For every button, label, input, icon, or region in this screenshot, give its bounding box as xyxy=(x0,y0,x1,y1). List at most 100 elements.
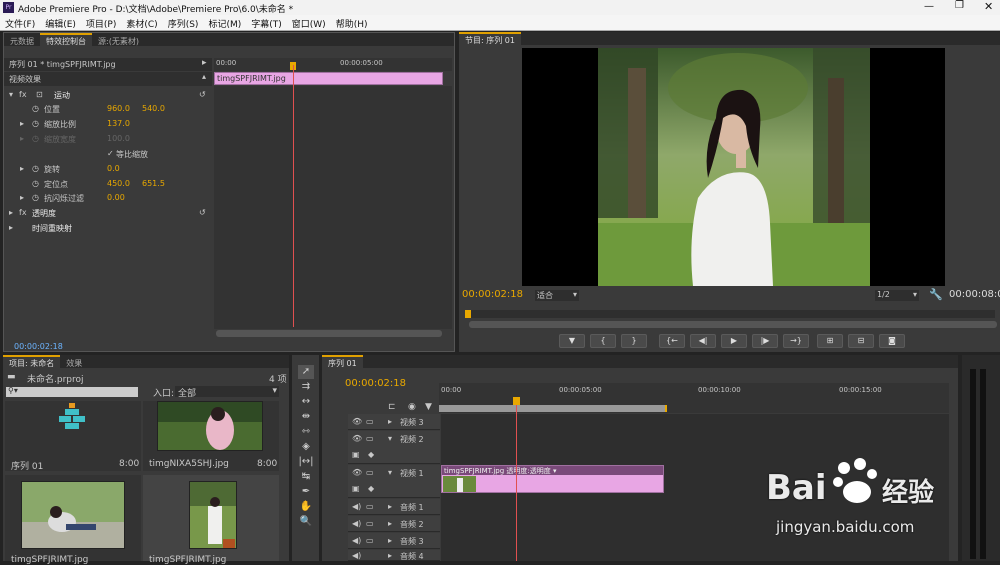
prop-rotation[interactable]: ▸ ◷ 旋转 0.0 xyxy=(4,162,214,176)
project-item[interactable]: 序列 01 8:00 xyxy=(5,401,141,472)
menu-project[interactable]: 项目(P) xyxy=(81,15,121,30)
tab-effect-controls[interactable]: 特效控制台 xyxy=(40,33,92,46)
chevron-down-icon: ▾ xyxy=(272,386,277,396)
collapse-up-icon[interactable]: ▴ xyxy=(202,72,206,81)
prop-uniform-scale[interactable]: ✓ 等比缩放 xyxy=(4,147,214,161)
step-back-button[interactable]: ◀| xyxy=(690,334,716,348)
extract-button[interactable]: ⊟ xyxy=(848,334,874,348)
program-timecode-current[interactable]: 00:00:02:18 xyxy=(462,289,523,300)
pen-tool-icon[interactable]: ✒ xyxy=(298,485,314,499)
play-button[interactable]: ▶ xyxy=(721,334,747,348)
tab-effects[interactable]: 效果 xyxy=(60,357,88,370)
work-area-bar[interactable] xyxy=(439,405,667,412)
track-select-tool-icon[interactable]: ⇉ xyxy=(298,380,314,394)
track-audio-3[interactable]: ◀) ▭ ▸ 音频 3 xyxy=(348,533,440,549)
prop-antiflicker[interactable]: ▸ ◷ 抗闪烁过滤 0.00 xyxy=(4,191,214,205)
project-item[interactable]: timgNIXA5SHJ.jpg 8:00 xyxy=(143,401,279,471)
go-to-in-button[interactable]: {← xyxy=(659,334,685,348)
prop-name: 旋转 xyxy=(44,165,60,174)
program-playhead-icon[interactable] xyxy=(465,310,471,318)
prop-position[interactable]: ◷ 位置 960.0 540.0 xyxy=(4,102,214,116)
lift-button[interactable]: ⊞ xyxy=(817,334,843,348)
slide-tool-icon[interactable]: ↹ xyxy=(298,470,314,484)
prop-name: 缩放比例 xyxy=(44,120,76,129)
mark-out-button[interactable]: } xyxy=(621,334,647,348)
project-search-input[interactable]: ⚲▾ xyxy=(6,386,138,397)
ec-playhead-line xyxy=(293,65,294,327)
expand-arrow-icon[interactable]: ▸ xyxy=(202,58,207,68)
zoom-tool-icon[interactable]: 🔍 xyxy=(298,515,314,529)
restore-button[interactable]: ❐ xyxy=(955,0,964,11)
tab-source[interactable]: 源:(无素材) xyxy=(92,35,145,48)
track-video-2[interactable]: 👁 ▭ ▾ 视频 2 ▣ ◆ xyxy=(348,431,440,464)
export-frame-button[interactable]: ◙ xyxy=(879,334,905,348)
menu-edit[interactable]: 编辑(E) xyxy=(40,15,81,30)
menu-window[interactable]: 窗口(W) xyxy=(287,15,331,30)
menu-title[interactable]: 字幕(T) xyxy=(246,15,287,30)
slip-tool-icon[interactable]: |↔| xyxy=(298,455,314,469)
eye-icon: 👁 xyxy=(352,417,363,426)
prop-scale-width: ▸ ◷ 缩放宽度 100.0 xyxy=(4,132,214,146)
display-style-icon: ▣ xyxy=(352,450,360,459)
track-audio-1[interactable]: ◀) ▭ ▸ 音频 1 xyxy=(348,499,440,515)
quality-dropdown[interactable]: 1/2 ▾ xyxy=(875,290,919,301)
track-video-1[interactable]: 👁 ▭ ▾ 视频 1 ▣ ◆ xyxy=(348,465,440,498)
tab-project[interactable]: 项目: 未命名 xyxy=(3,355,61,368)
tab-program[interactable]: 节目: 序列 01 xyxy=(459,32,521,45)
expand-arrow-icon: ▾ xyxy=(388,468,393,477)
menu-sequence[interactable]: 序列(S) xyxy=(163,15,204,30)
add-marker-icon[interactable]: ▼ xyxy=(425,402,432,412)
hand-tool-icon[interactable]: ✋ xyxy=(298,500,314,514)
sequence-header: 序列 01 * timgSPFJRIMT.jpg ▸ xyxy=(4,58,212,71)
fit-dropdown[interactable]: 适合 ▾ xyxy=(535,290,579,301)
time-remap-row[interactable]: ▸ 时间重映射 xyxy=(4,221,214,235)
program-zoom-bar[interactable] xyxy=(469,321,997,328)
minimize-button[interactable]: — xyxy=(924,1,934,12)
mark-in-button[interactable]: { xyxy=(590,334,616,348)
app-logo: Pr xyxy=(3,2,14,13)
tab-metadata[interactable]: 元数据 xyxy=(4,35,40,48)
marker-icon[interactable]: ◉ xyxy=(408,402,416,412)
prop-anchor[interactable]: ◷ 定位点 450.0 651.5 xyxy=(4,177,214,191)
go-to-out-button[interactable]: →} xyxy=(783,334,809,348)
menu-help[interactable]: 帮助(H) xyxy=(331,15,373,30)
selection-tool-icon[interactable]: ➚ xyxy=(298,365,314,379)
menu-clip[interactable]: 素材(C) xyxy=(121,15,162,30)
expand-arrow-icon: ▸ xyxy=(9,208,14,217)
rolling-edit-tool-icon[interactable]: ⇹ xyxy=(298,410,314,424)
ec-timecode[interactable]: 00:00:02:18 xyxy=(14,342,63,351)
ec-clip-bar[interactable]: timgSPFJRIMT.jpg xyxy=(214,72,443,85)
opacity-row[interactable]: ▸ fx 透明度 ↺ xyxy=(4,206,214,220)
timeline-timecode[interactable]: 00:00:02:18 xyxy=(345,378,406,389)
track-name: 视频 3 xyxy=(400,418,424,427)
eye-icon: 👁 xyxy=(352,468,363,477)
track-audio-4[interactable]: ◀) ▸ 音频 4 xyxy=(348,550,440,561)
wrench-icon[interactable]: 🔧 xyxy=(929,288,943,301)
close-button[interactable]: ✕ xyxy=(984,0,993,13)
track-name: 视频 1 xyxy=(400,469,424,478)
program-scrub-bar[interactable] xyxy=(465,310,995,318)
snap-icon[interactable]: ⊏ xyxy=(388,402,396,412)
timeline-clip[interactable]: timgSPFJRIMT.jpg 透明度:透明度 ▾ xyxy=(441,465,664,493)
tab-sequence[interactable]: 序列 01 xyxy=(322,355,363,368)
inpoint-dropdown[interactable]: 全部 ▾ xyxy=(175,386,279,399)
motion-row[interactable]: ▾ fx ⊡ 运动 ↺ xyxy=(4,88,214,102)
speaker-icon: ◀) xyxy=(352,519,362,528)
lock-icon: ▭ xyxy=(366,519,374,528)
add-marker-button[interactable]: ▼ xyxy=(559,334,585,348)
razor-tool-icon[interactable]: ◈ xyxy=(298,440,314,454)
fx-icon: fx xyxy=(19,208,27,217)
menu-marker[interactable]: 标记(M) xyxy=(203,15,246,30)
timeline-playhead-icon[interactable] xyxy=(513,397,520,405)
step-forward-button[interactable]: |▶ xyxy=(752,334,778,348)
project-item[interactable]: timgSPFJRIMT.jpg xyxy=(5,475,141,565)
ec-scrollbar[interactable] xyxy=(216,330,442,337)
rate-stretch-tool-icon[interactable]: ⇿ xyxy=(298,425,314,439)
track-video-3[interactable]: 👁 ▭ ▸ 视频 3 xyxy=(348,414,440,430)
project-item[interactable]: timgSPFJRIMT.jpg xyxy=(143,475,279,565)
menu-file[interactable]: 文件(F) xyxy=(0,15,40,30)
ripple-edit-tool-icon[interactable]: ↔ xyxy=(298,395,314,409)
prop-scale[interactable]: ▸ ◷ 缩放比例 137.0 xyxy=(4,117,214,131)
track-audio-2[interactable]: ◀) ▭ ▸ 音频 2 xyxy=(348,516,440,532)
prop-name: 等比缩放 xyxy=(116,150,148,159)
